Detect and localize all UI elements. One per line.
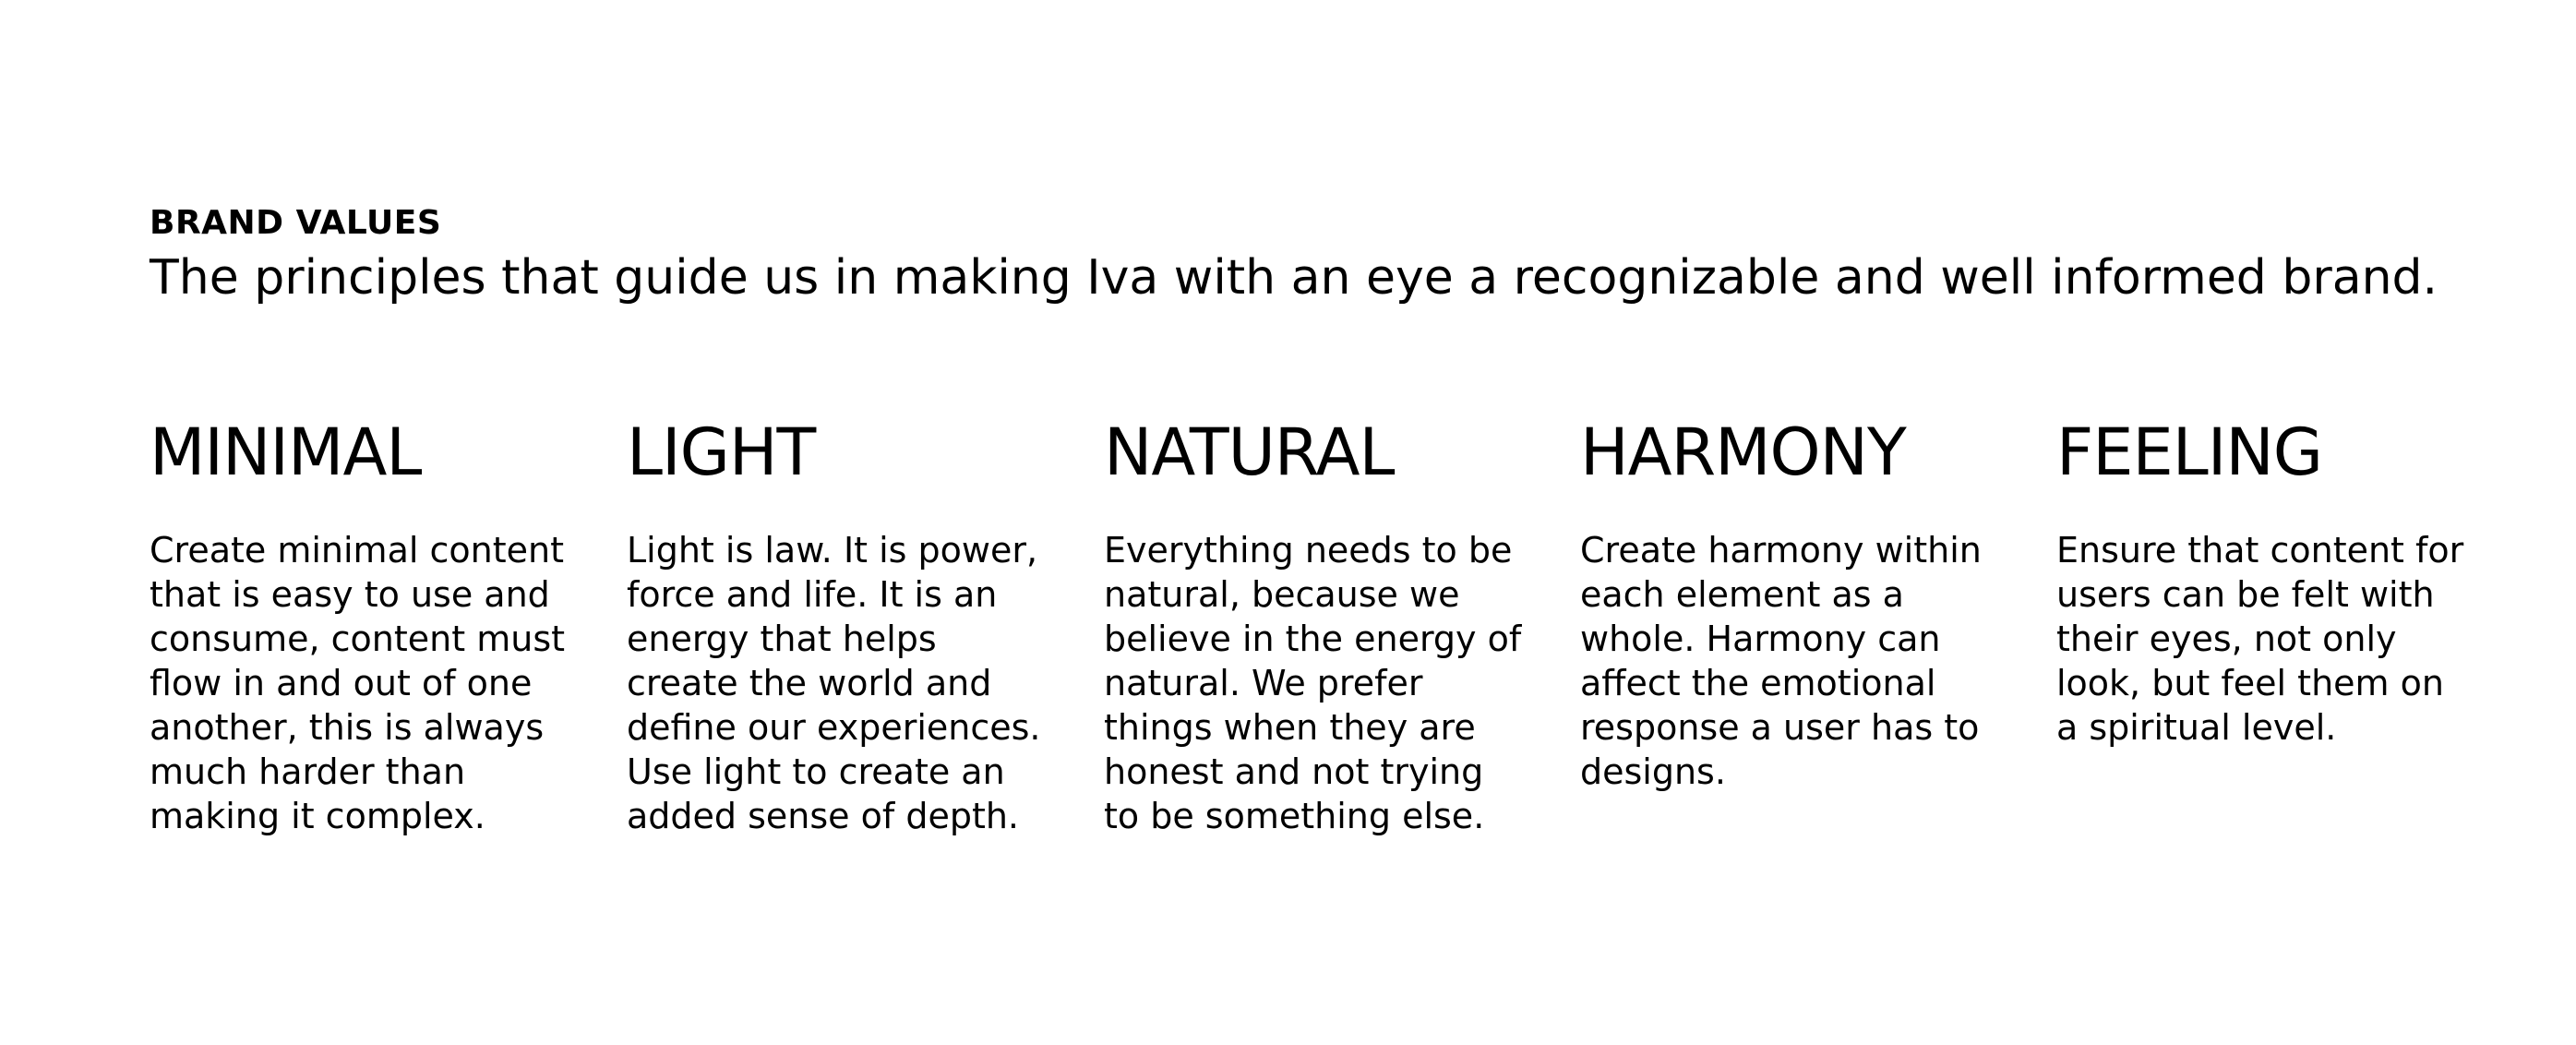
value-description: Create minimal content that is easy to u… [150,530,566,836]
value-description: Everything needs to be natural, because … [1104,530,1522,836]
value-card-harmony: HARMONY Create harmony within each eleme… [1580,414,2005,857]
value-card-feeling: FEELING Ensure that content for users ca… [2056,414,2481,857]
brand-values-list: MINIMAL Create minimal content that is e… [150,414,2475,857]
value-description: Create harmony within each element as a … [1580,530,1982,792]
value-title: MINIMAL [150,414,422,490]
value-description: Ensure that content for users can be fel… [2056,530,2464,748]
value-title: FEELING [2056,414,2323,490]
section-subtitle: The principles that guide us in making I… [150,250,2438,306]
value-title: HARMONY [1580,414,1907,490]
value-card-natural: NATURAL Everything needs to be natural, … [1104,414,1528,857]
value-card-light: LIGHT Light is law. It is power, force a… [627,414,1051,857]
brand-values-page: BRAND VALUES The principles that guide u… [0,0,2576,1045]
value-title: LIGHT [627,414,816,490]
value-description: Light is law. It is power, force and lif… [627,530,1041,836]
value-card-minimal: MINIMAL Create minimal content that is e… [150,414,574,857]
value-title: NATURAL [1104,414,1396,490]
section-eyebrow: BRAND VALUES [150,204,442,242]
